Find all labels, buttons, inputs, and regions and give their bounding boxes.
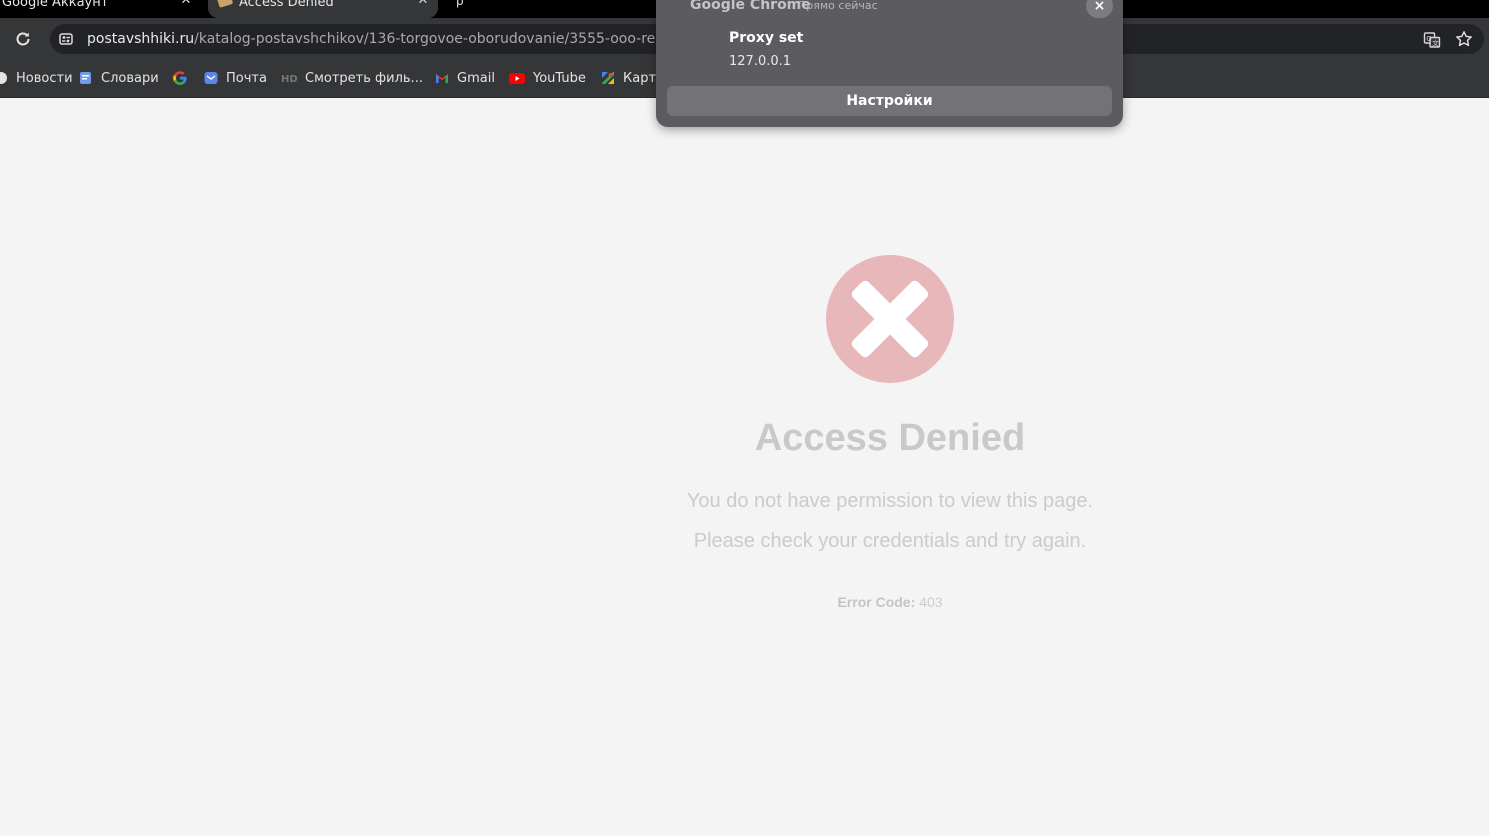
tab-close-icon[interactable]: ✕ [416, 0, 430, 8]
notification-app-name: Google Chrome [690, 0, 811, 13]
google-icon [173, 71, 187, 85]
news-icon [0, 72, 7, 84]
bookmark-pochta[interactable]: Почта [204, 69, 267, 87]
error-code-value: 403 [919, 594, 943, 610]
notification-close-button[interactable]: × [1086, 0, 1113, 18]
error-x-icon [826, 255, 954, 383]
maps-icon [602, 72, 614, 84]
error-code: Error Code: 403 [590, 594, 1190, 610]
svg-text:文: 文 [1432, 39, 1439, 48]
gmail-icon [436, 74, 448, 83]
youtube-icon [509, 73, 525, 84]
notification-settings-button[interactable]: Настройки [667, 86, 1112, 116]
translate-icon[interactable]: G 文 [1423, 31, 1441, 49]
reload-icon[interactable] [12, 28, 34, 50]
tab-close-icon[interactable]: ✕ [179, 0, 193, 8]
site-info-icon[interactable] [58, 31, 74, 47]
tab-title: р [456, 0, 464, 8]
hd-icon: HD [281, 74, 297, 85]
svg-text:G: G [1426, 35, 1431, 43]
bookmark-label: Почта [226, 70, 267, 86]
bookmark-label: Смотреть филь... [305, 70, 423, 86]
bookmark-novosti[interactable]: Новости [0, 69, 73, 87]
browser-window: Google Аккаунт ✕ Access Denied ✕ р posta [0, 0, 1489, 836]
notification-title: Proxy set [729, 30, 804, 46]
bookmark-label: Gmail [457, 70, 495, 86]
bookmark-label: YouTube [533, 70, 586, 86]
page-title: Access Denied [754, 417, 1026, 459]
bookmark-label: Новости [16, 70, 73, 86]
notification-body: 127.0.0.1 [729, 54, 792, 69]
proxy-notification: Google Chrome Прямо сейчас × Proxy set 1… [656, 0, 1123, 127]
error-code-label: Error Code: [837, 594, 916, 610]
bookmark-star-icon[interactable] [1455, 30, 1473, 48]
favicon-icon [216, 0, 234, 8]
svg-text:HD: HD [281, 74, 297, 85]
bookmark-label: Словари [101, 70, 159, 86]
error-message-line-1: You do not have permission to view this … [686, 490, 1094, 512]
bookmark-google[interactable] [172, 69, 196, 87]
tab-title: Google Аккаунт [2, 0, 109, 10]
tab-access-denied[interactable]: Access Denied ✕ [208, 0, 438, 18]
url-path: /katalog-postavshchikov/136-torgovoe-obo… [194, 31, 692, 47]
bookmark-slovari[interactable]: Словари [79, 69, 159, 87]
dictionary-icon [80, 72, 91, 84]
url-host: postavshhiki.ru [87, 31, 195, 47]
error-message-line-2: Please check your credentials and try ag… [693, 530, 1087, 552]
page-content: Access Denied You do not have permission… [0, 99, 1489, 836]
tab-title: Access Denied [239, 0, 334, 10]
bookmark-gmail[interactable]: Gmail [435, 69, 495, 87]
notification-time: Прямо сейчас [798, 0, 878, 12]
bookmark-youtube[interactable]: YouTube [509, 69, 586, 87]
url-text: postavshhiki.ru/katalog-postavshchikov/1… [87, 31, 692, 47]
tab-third[interactable]: р [441, 0, 657, 18]
tab-google-account[interactable]: Google Аккаунт ✕ [0, 0, 206, 18]
mail-icon [204, 72, 218, 84]
bookmark-smotret[interactable]: HD Смотреть филь... [281, 69, 423, 87]
